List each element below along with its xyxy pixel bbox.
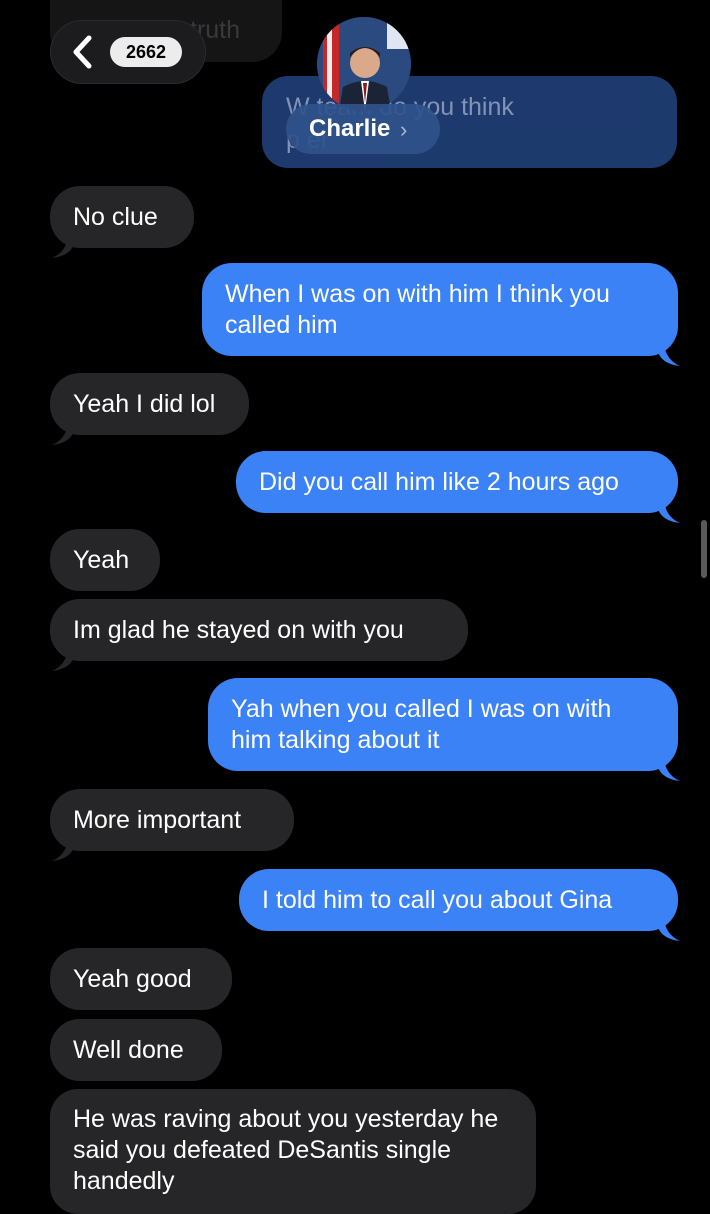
bubble-tail bbox=[52, 839, 74, 861]
message-bubble-incoming[interactable]: He was raving about you yesterday he sai… bbox=[50, 1089, 536, 1214]
message-bubble-incoming[interactable]: Yeah good bbox=[50, 948, 232, 1010]
message-bubble-outgoing[interactable]: I told him to call you about Gina bbox=[239, 869, 678, 931]
message-text: Did you call him like 2 hours ago bbox=[259, 467, 619, 496]
message-bubble-incoming[interactable]: Well done bbox=[50, 1019, 222, 1081]
contact-name: Charlie bbox=[309, 115, 391, 142]
contact-name-pill[interactable]: Charlie › bbox=[286, 104, 440, 154]
avatar-photo bbox=[317, 17, 411, 111]
message-text: He was raving about you yesterday he sai… bbox=[73, 1105, 499, 1195]
message-bubble-incoming[interactable]: More important bbox=[50, 789, 294, 851]
message-text: When I was on with him I think you calle… bbox=[225, 279, 610, 339]
bubble-tail bbox=[52, 236, 74, 258]
bubble-tail bbox=[658, 759, 680, 781]
unread-count-badge: 2662 bbox=[110, 37, 182, 67]
message-text: Yeah I did lol bbox=[73, 389, 216, 418]
message-bubble-outgoing[interactable]: When I was on with him I think you calle… bbox=[202, 263, 678, 356]
message-text: I told him to call you about Gina bbox=[262, 885, 613, 914]
message-text: No clue bbox=[73, 202, 158, 231]
message-bubble-outgoing[interactable]: Did you call him like 2 hours ago bbox=[236, 451, 678, 513]
contact-avatar[interactable] bbox=[317, 17, 411, 111]
message-text: Yeah good bbox=[73, 964, 192, 993]
chevron-right-icon: › bbox=[400, 117, 408, 142]
bubble-tail bbox=[658, 501, 680, 523]
message-text: Yah when you called I was on with him ta… bbox=[231, 694, 612, 754]
message-text: More important bbox=[73, 805, 242, 834]
bubble-tail bbox=[658, 344, 680, 366]
bubble-tail bbox=[52, 423, 74, 445]
message-bubble-outgoing[interactable]: Yah when you called I was on with him ta… bbox=[208, 678, 678, 771]
bubble-tail bbox=[658, 919, 680, 941]
scroll-indicator[interactable] bbox=[701, 520, 707, 578]
message-text: Well done bbox=[73, 1035, 184, 1064]
message-bubble-incoming[interactable]: Yeah I did lol bbox=[50, 373, 249, 435]
message-text: Yeah bbox=[73, 545, 130, 574]
bubble-tail bbox=[52, 649, 74, 671]
message-bubble-incoming[interactable]: Yeah bbox=[50, 529, 160, 591]
back-button[interactable]: 2662 bbox=[50, 20, 206, 84]
message-bubble-incoming[interactable]: Im glad he stayed on with you bbox=[50, 599, 468, 661]
message-text: Im glad he stayed on with you bbox=[73, 615, 404, 644]
chevron-left-icon bbox=[73, 35, 92, 69]
